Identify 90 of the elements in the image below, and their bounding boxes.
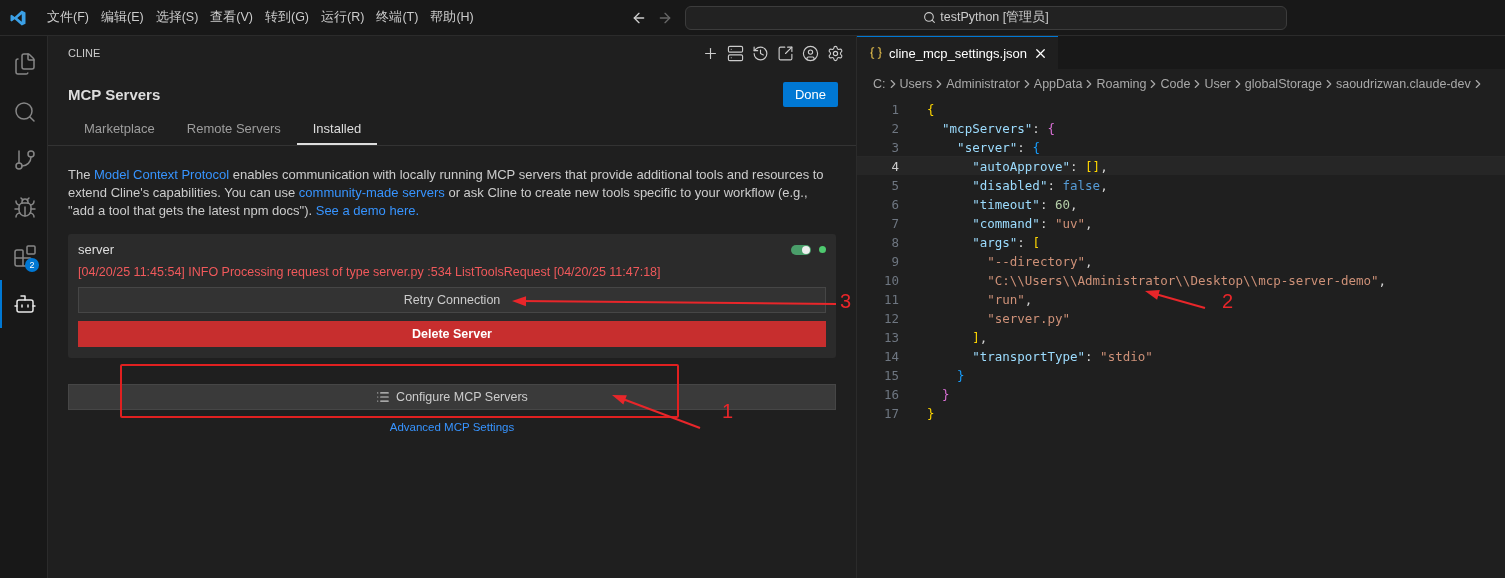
code-text: "--directory",	[986, 253, 1093, 269]
menu-item[interactable]: 选择(S)	[149, 9, 205, 26]
breadcrumb-item[interactable]: globalStorage	[1244, 77, 1322, 91]
code-text: "C:\\Users\\Administrator\\Desktop\\mcp-server-demo",	[986, 272, 1387, 288]
line-number: 13	[882, 329, 899, 345]
line-number: 15	[882, 367, 899, 383]
editor-logo-icon	[9, 8, 27, 27]
activity-bar-item[interactable]: 2	[0, 232, 47, 280]
settings-link[interactable]: Advanced MCP Settings	[389, 421, 515, 433]
breadcrumb-item[interactable]: saoudrizwan.claude-dev	[1335, 77, 1471, 91]
settings-icon[interactable]	[827, 44, 844, 62]
code-text: }	[941, 386, 950, 402]
blocks-icon	[12, 244, 37, 268]
line-number: 3	[890, 139, 899, 155]
code-text: "server": {	[956, 139, 1040, 155]
delete-button[interactable]: Delete Server	[78, 321, 826, 347]
breadcrumb-item[interactable]: Code	[1160, 77, 1191, 91]
line-number: 5	[890, 177, 899, 193]
line-number: 10	[882, 272, 899, 288]
code-text: "timeout": 60,	[971, 196, 1078, 212]
menu-item[interactable]: 编辑(E)	[94, 9, 150, 26]
code-text: "args": [	[971, 234, 1040, 250]
annotation-arrow	[1145, 290, 1206, 309]
breadcrumb-item[interactable]: User	[1204, 77, 1231, 91]
list-icon	[376, 390, 391, 404]
link[interactable]: See a demo here.	[315, 203, 420, 218]
line-number: 6	[890, 196, 899, 212]
annotation-number: 2	[1222, 290, 1234, 313]
count-badge: 2	[25, 258, 39, 272]
menu-item[interactable]: 文件(F)	[41, 9, 95, 26]
command-center[interactable]: testPython [管理员]	[685, 5, 1287, 30]
line-number: 2	[890, 120, 899, 136]
search-icon	[923, 11, 937, 24]
menu-item[interactable]: 终端(T)	[370, 9, 425, 26]
tab[interactable]: Marketplace	[68, 113, 171, 145]
breadcrumb-item[interactable]: Administrator	[946, 77, 1020, 91]
code-text: ],	[971, 329, 988, 345]
line-number: 17	[882, 405, 899, 421]
breadcrumb-item[interactable]: Roaming	[1096, 77, 1147, 91]
tab[interactable]: Installed	[296, 113, 378, 145]
code-text: {	[927, 101, 935, 117]
code-text: "mcpServers": {	[941, 120, 1055, 136]
description-text: The Model Context Protocol enables communication with locally running MCP servers that provide additional tools and resources to extend Cline's capabilities. You can use community-made servers or ask Cline to create new tools specific to your workflow (e.g., "add a tool that gets the latest npm docs"). See a demo here.	[68, 166, 825, 220]
history-icon[interactable]	[752, 44, 769, 62]
line-number: 12	[882, 310, 899, 326]
link[interactable]: community-made servers	[298, 185, 445, 200]
done-button[interactable]: Done	[782, 82, 838, 107]
code-text: "run",	[986, 291, 1033, 307]
line-number: 9	[890, 253, 899, 269]
line-number: 14	[882, 348, 899, 364]
search-icon	[12, 100, 37, 124]
toggle-switch[interactable]	[791, 244, 811, 255]
code-text: "autoApprove": [],	[971, 158, 1108, 174]
error-log-text: [04/20/25 11:45:54] INFO Processing request of type server.py :534 ListToolsRequest [04/20/25 11:47:18]	[78, 265, 662, 279]
panel-title: CLINE	[68, 47, 101, 59]
menu-item[interactable]: 帮助(H)	[424, 9, 480, 26]
code-text: "transportType": "stdio"	[971, 348, 1153, 364]
code-text: }	[927, 405, 935, 421]
branch-icon	[12, 148, 37, 172]
menu-item[interactable]: 查看(V)	[204, 9, 259, 26]
account-icon[interactable]	[802, 44, 819, 62]
link[interactable]: Model Context Protocol	[94, 167, 230, 182]
bug-icon	[12, 196, 37, 220]
breadcrumb-item[interactable]: AppData	[1033, 77, 1083, 91]
annotation-number: 3	[840, 290, 852, 313]
retry-button[interactable]: Retry Connection	[78, 287, 826, 313]
line-number: 7	[890, 215, 899, 231]
breadcrumb-item[interactable]: C:	[873, 77, 886, 91]
code-text: "disabled": false,	[971, 177, 1108, 193]
line-number: 16	[882, 386, 899, 402]
server-icon[interactable]	[727, 44, 744, 62]
robot-icon	[12, 292, 37, 316]
editor-tab[interactable]: cline_mcp_settings.json	[857, 36, 1059, 69]
code-text: }	[956, 367, 965, 383]
files-icon	[12, 52, 37, 76]
external-link-icon[interactable]	[777, 44, 794, 62]
code-text: "server.py"	[986, 310, 1070, 326]
breadcrumb-item[interactable]: Users	[899, 77, 933, 91]
tab-label: cline_mcp_settings.json	[889, 45, 1028, 61]
server-name: server	[78, 242, 115, 257]
line-number: 4	[890, 158, 899, 174]
tab[interactable]: Remote Servers	[170, 113, 297, 145]
menu-item[interactable]: 转到(G)	[259, 9, 316, 26]
code-text: "command": "uv",	[971, 215, 1093, 231]
menu-item[interactable]: 运行(R)	[315, 9, 371, 26]
line-number: 1	[890, 101, 899, 117]
line-number: 8	[890, 234, 899, 250]
line-number: 11	[882, 291, 899, 307]
braces-icon	[869, 46, 883, 60]
page-heading: MCP Servers	[68, 86, 161, 103]
